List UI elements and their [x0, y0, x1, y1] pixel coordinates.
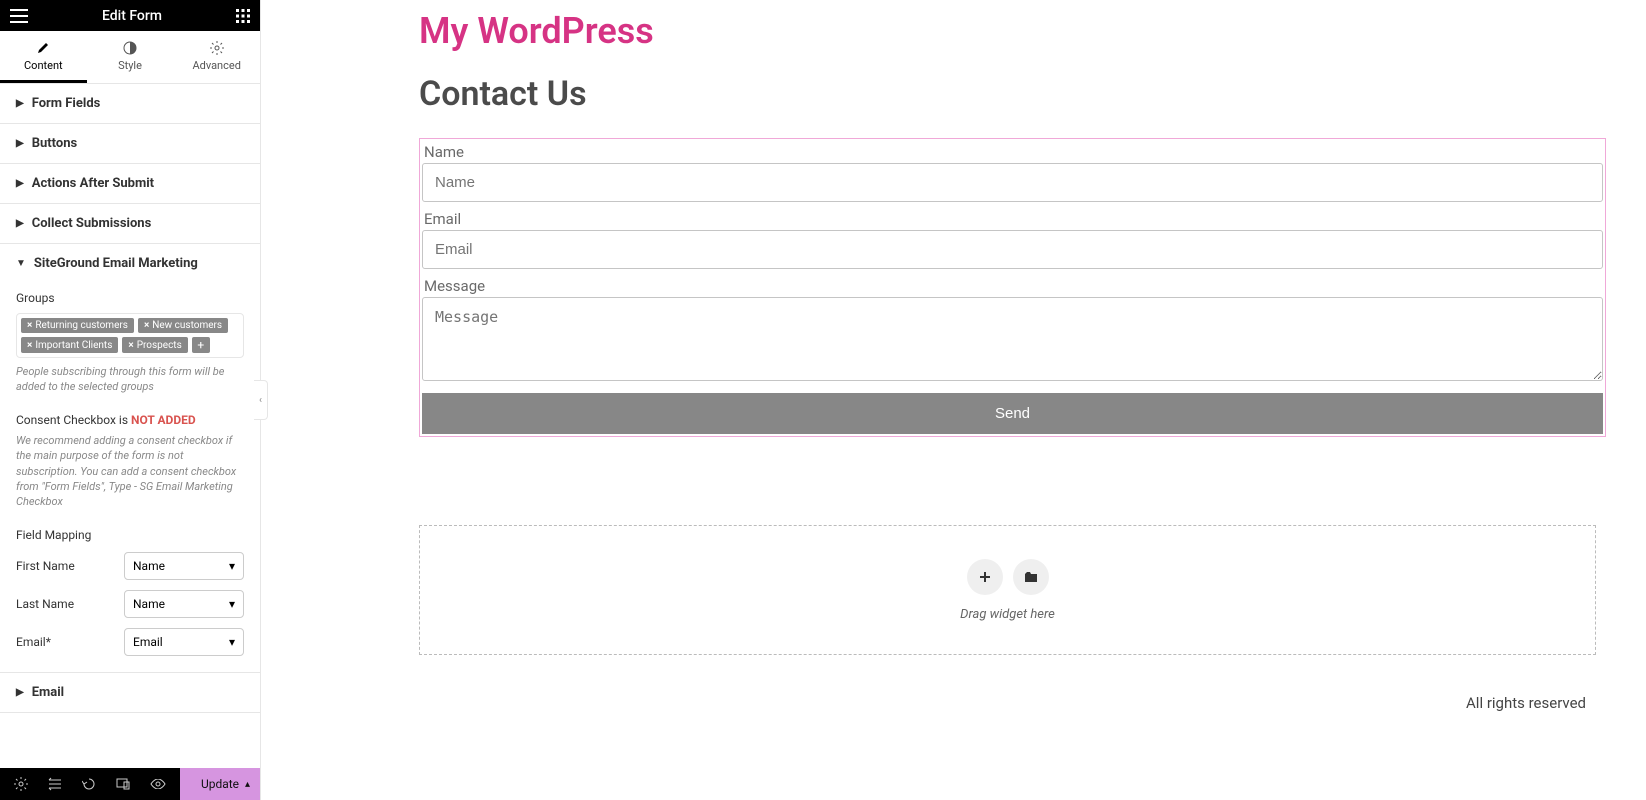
form-widget[interactable]: Name Email Message Send: [419, 138, 1606, 437]
chevron-down-icon: ▾: [229, 635, 235, 649]
caret-right-icon: ▶: [16, 687, 24, 698]
email-input[interactable]: [422, 230, 1603, 269]
navigator-icon[interactable]: [48, 777, 62, 791]
send-button[interactable]: Send: [422, 393, 1603, 434]
mapping-row-firstname: First Name Name▾: [16, 552, 244, 580]
tab-style-label: Style: [118, 59, 142, 72]
add-widget-button[interactable]: [967, 559, 1003, 595]
caret-down-icon: ▼: [16, 258, 26, 269]
mapping-label: Email*: [16, 635, 51, 649]
chevron-up-icon[interactable]: ▴: [245, 779, 250, 790]
mapping-row-lastname: Last Name Name▾: [16, 590, 244, 618]
mapping-label: Last Name: [16, 597, 74, 611]
responsive-icon[interactable]: [116, 777, 130, 791]
settings-icon[interactable]: [14, 777, 28, 791]
accordion-collect-submissions[interactable]: ▶Collect Submissions: [0, 204, 260, 243]
accordion-buttons[interactable]: ▶Buttons: [0, 124, 260, 163]
message-label: Message: [422, 275, 1603, 297]
tag-new-customers[interactable]: ×New customers: [138, 318, 228, 333]
history-icon[interactable]: [82, 777, 96, 791]
consent-label: Consent Checkbox is: [16, 413, 131, 427]
template-library-button[interactable]: [1013, 559, 1049, 595]
email-label: Email: [422, 208, 1603, 230]
mapping-select-firstname[interactable]: Name▾: [124, 552, 244, 580]
site-title[interactable]: My WordPress: [419, 10, 1606, 52]
close-icon[interactable]: ×: [128, 340, 133, 351]
field-mapping-label: Field Mapping: [16, 528, 244, 542]
caret-right-icon: ▶: [16, 218, 24, 229]
close-icon[interactable]: ×: [144, 320, 149, 331]
caret-right-icon: ▶: [16, 138, 24, 149]
chevron-down-icon: ▾: [229, 597, 235, 611]
accordion-actions-after-submit[interactable]: ▶Actions After Submit: [0, 164, 260, 203]
consent-row: Consent Checkbox is NOT ADDED: [16, 413, 244, 427]
gear-icon: [210, 41, 224, 55]
groups-help: People subscribing through this form wil…: [16, 364, 244, 395]
groups-label: Groups: [16, 291, 244, 305]
collapse-panel-handle[interactable]: ‹: [254, 380, 268, 420]
mapping-row-email: Email* Email▾: [16, 628, 244, 656]
chevron-down-icon: ▾: [229, 559, 235, 573]
accordion-form-fields[interactable]: ▶Form Fields: [0, 84, 260, 123]
update-button[interactable]: Update ▴: [180, 768, 260, 800]
name-input[interactable]: [422, 163, 1603, 202]
page-title: Contact Us: [419, 74, 1606, 114]
pencil-icon: [36, 41, 50, 55]
preview-canvas: My WordPress Contact Us Name Email Messa…: [261, 0, 1646, 800]
editor-sidebar: Edit Form Content Style Advanced ▶Form F…: [0, 0, 261, 800]
rights-text: All rights reserved: [1466, 694, 1586, 712]
tab-style[interactable]: Style: [87, 31, 174, 83]
accordion-siteground[interactable]: ▼SiteGround Email Marketing: [0, 244, 260, 283]
message-textarea[interactable]: [422, 297, 1603, 381]
tab-advanced[interactable]: Advanced: [173, 31, 260, 83]
tag-returning-customers[interactable]: ×Returning customers: [21, 318, 134, 333]
apps-icon[interactable]: [236, 9, 250, 23]
tag-important-clients[interactable]: ×Important Clients: [21, 337, 118, 353]
tab-advanced-label: Advanced: [192, 59, 240, 72]
preview-icon[interactable]: [150, 779, 166, 789]
add-tag-button[interactable]: +: [192, 337, 210, 353]
accordion-email[interactable]: ▶Email: [0, 673, 260, 712]
consent-help: We recommend adding a consent checkbox i…: [16, 433, 244, 510]
close-icon[interactable]: ×: [27, 320, 32, 331]
name-label: Name: [422, 141, 1603, 163]
close-icon[interactable]: ×: [27, 340, 32, 351]
panel-body: ▶Form Fields ▶Buttons ▶Actions After Sub…: [0, 84, 260, 768]
sidebar-title: Edit Form: [102, 8, 162, 24]
groups-tags[interactable]: ×Returning customers ×New customers ×Imp…: [16, 313, 244, 358]
sidebar-header: Edit Form: [0, 0, 260, 31]
consent-status: NOT ADDED: [131, 413, 196, 427]
panel-tabs: Content Style Advanced: [0, 31, 260, 84]
mapping-label: First Name: [16, 559, 75, 573]
tag-prospects[interactable]: ×Prospects: [122, 337, 187, 353]
sidebar-footer: Update ▴: [0, 768, 260, 800]
drop-zone[interactable]: Drag widget here: [419, 525, 1596, 655]
footer-icons: [0, 768, 180, 800]
caret-right-icon: ▶: [16, 178, 24, 189]
contrast-icon: [123, 41, 137, 55]
tab-content-label: Content: [24, 59, 63, 72]
caret-right-icon: ▶: [16, 98, 24, 109]
tab-content[interactable]: Content: [0, 31, 87, 83]
menu-icon[interactable]: [10, 9, 28, 23]
mapping-select-email[interactable]: Email▾: [124, 628, 244, 656]
siteground-section: Groups ×Returning customers ×New custome…: [0, 283, 260, 672]
drop-zone-text: Drag widget here: [960, 607, 1055, 622]
mapping-select-lastname[interactable]: Name▾: [124, 590, 244, 618]
